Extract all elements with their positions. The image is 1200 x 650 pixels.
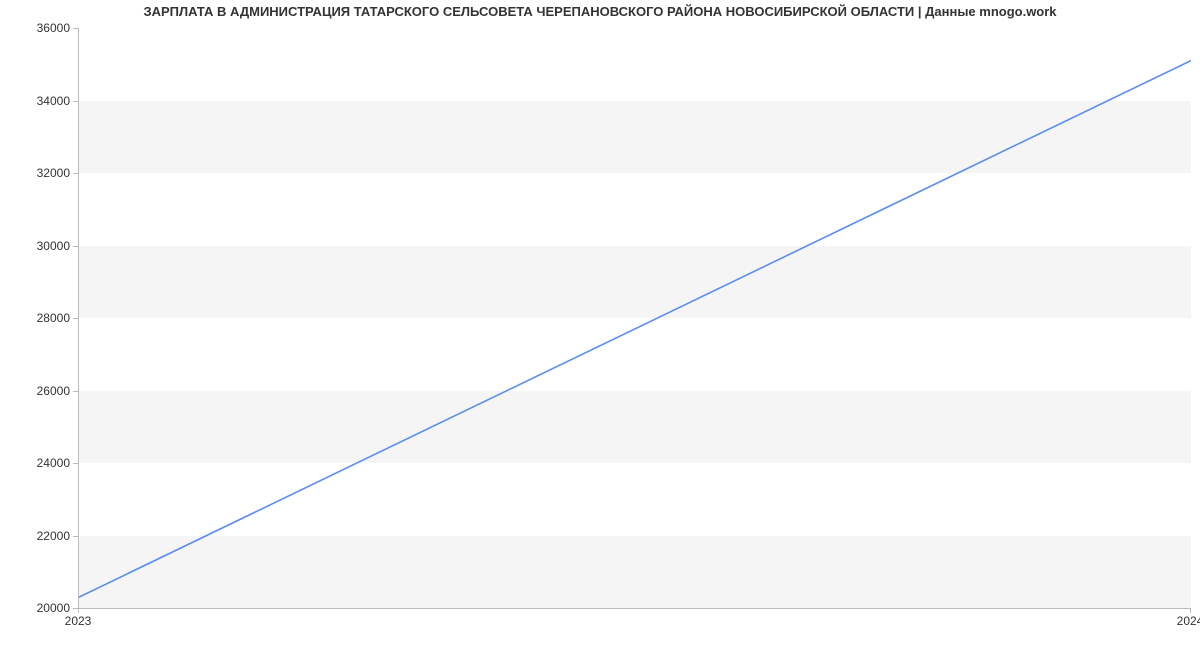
- chart-container: ЗАРПЛАТА В АДМИНИСТРАЦИЯ ТАТАРСКОГО СЕЛЬ…: [0, 0, 1200, 650]
- line-series: [79, 28, 1191, 608]
- y-tick-label: 24000: [10, 456, 70, 470]
- y-tick-label: 20000: [10, 601, 70, 615]
- y-tick-label: 26000: [10, 384, 70, 398]
- y-tick-label: 28000: [10, 311, 70, 325]
- x-tick-label: 2023: [65, 614, 92, 628]
- chart-title: ЗАРПЛАТА В АДМИНИСТРАЦИЯ ТАТАРСКОГО СЕЛЬ…: [0, 4, 1200, 19]
- y-tick-label: 22000: [10, 529, 70, 543]
- y-tick-label: 30000: [10, 239, 70, 253]
- y-tick-label: 32000: [10, 166, 70, 180]
- y-tick-label: 34000: [10, 94, 70, 108]
- plot-area: [78, 28, 1191, 609]
- x-tick-label: 2024: [1177, 614, 1200, 628]
- y-tick-label: 36000: [10, 21, 70, 35]
- salary-line: [79, 61, 1191, 598]
